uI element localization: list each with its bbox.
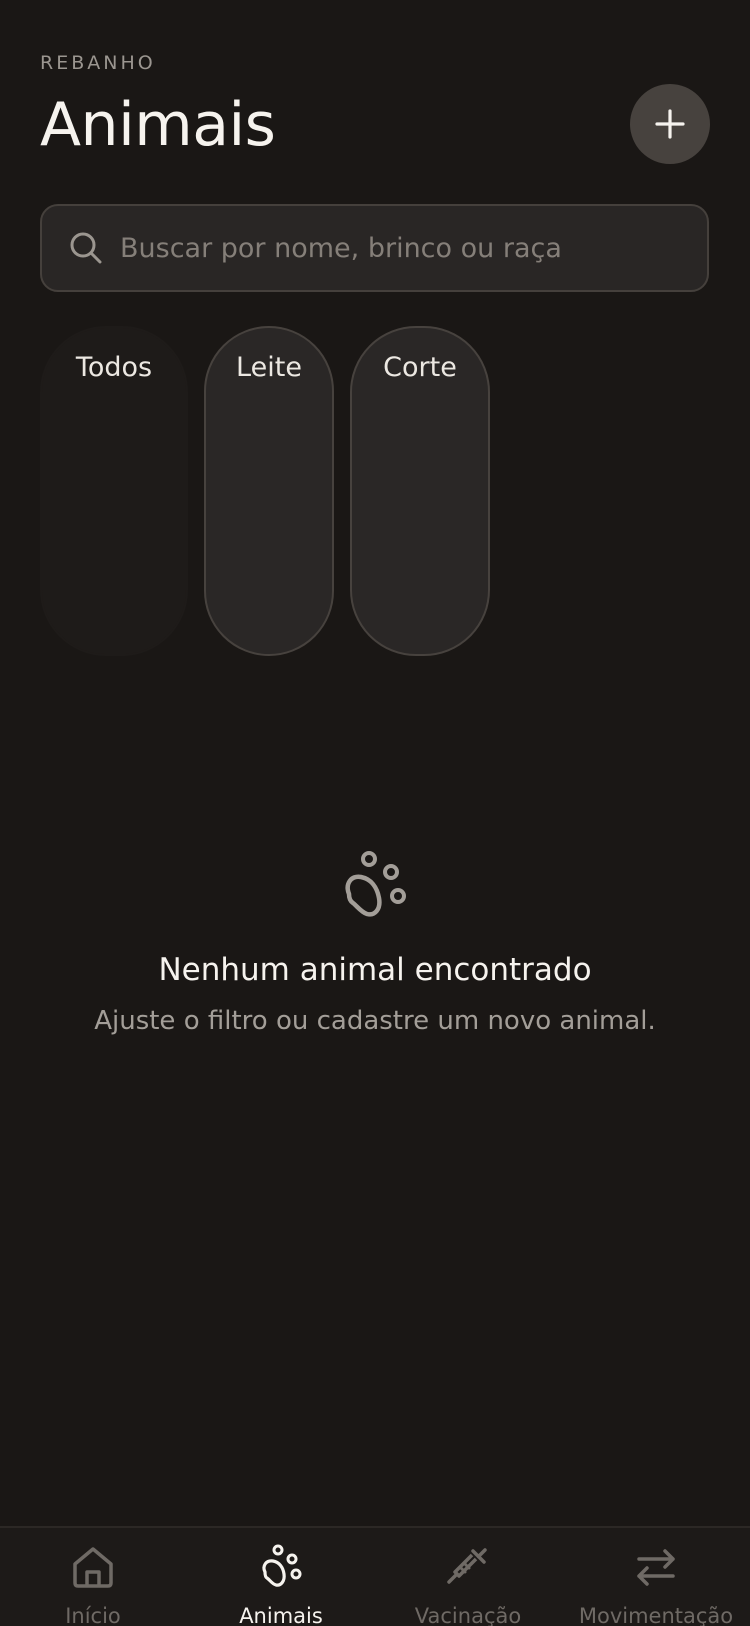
tab-vacinacao[interactable]: Vacinação	[383, 1542, 553, 1626]
home-icon	[73, 1547, 113, 1588]
arrows-swap-icon	[637, 1549, 675, 1586]
search-icon	[68, 230, 104, 266]
add-animal-button[interactable]	[630, 84, 710, 164]
filter-chip-todos[interactable]: Todos	[40, 326, 188, 656]
search-bar[interactable]	[40, 204, 709, 292]
filter-chip-label: Todos	[75, 352, 153, 383]
search-input[interactable]	[118, 231, 682, 265]
tab-inicio[interactable]: Início	[8, 1542, 178, 1626]
paw-icon	[262, 1544, 302, 1587]
filter-chip-label: Corte	[383, 352, 457, 383]
bottom-tab-bar: Início Animais Vacinação Movimentação	[0, 1526, 750, 1626]
tab-label: Animais	[239, 1604, 323, 1626]
filter-chip-corte[interactable]: Corte	[350, 326, 490, 656]
filter-chip-leite[interactable]: Leite	[204, 326, 334, 656]
syringe-icon	[447, 1548, 487, 1584]
section-eyebrow: REBANHO	[40, 52, 156, 74]
tab-movimentacao[interactable]: Movimentação	[571, 1542, 741, 1626]
page-title: Animais	[40, 90, 276, 160]
tab-label: Movimentação	[578, 1604, 734, 1626]
tab-label: Início	[65, 1604, 121, 1626]
tab-animais[interactable]: Animais	[196, 1542, 366, 1626]
plus-icon	[655, 109, 685, 139]
tab-label: Vacinação	[414, 1604, 522, 1626]
paw-icon	[345, 851, 406, 917]
empty-state-subtitle: Ajuste o filtro ou cadastre um novo anim…	[94, 1006, 656, 1036]
filter-chip-label: Leite	[236, 352, 302, 383]
empty-state: Nenhum animal encontrado Ajuste o filtro…	[0, 846, 750, 1036]
empty-state-title: Nenhum animal encontrado	[158, 952, 592, 988]
